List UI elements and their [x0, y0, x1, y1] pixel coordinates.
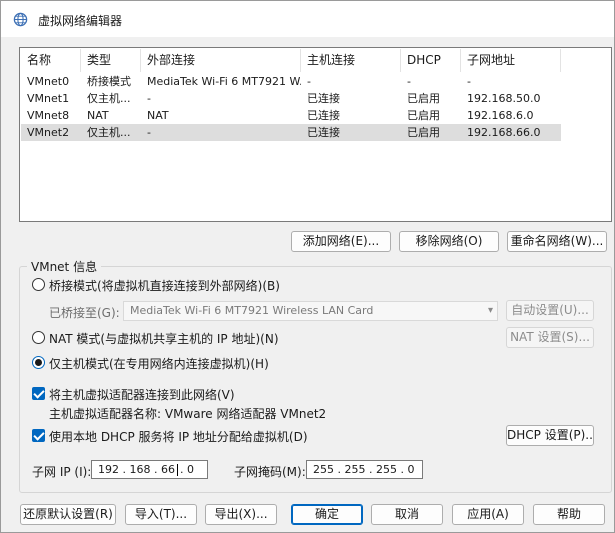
bridged-to-value: MediaTek Wi-Fi 6 MT7921 Wireless LAN Car… — [130, 304, 374, 317]
subnet-ip-label: 子网 IP (I): — [32, 465, 92, 479]
cell-subnet: 192.168.6.0 — [467, 109, 534, 122]
restore-defaults-button[interactable]: 还原默认设置(R) — [20, 504, 116, 525]
auto-settings-button[interactable]: 自动设置(U)... — [506, 300, 594, 321]
cell-host: 已连接 — [307, 126, 340, 139]
subnet-mask-octet-2: 255 — [344, 463, 366, 476]
cell-dhcp: - — [407, 75, 411, 88]
vmnet-info-label: VMnet 信息 — [27, 258, 102, 275]
cell-host: 已连接 — [307, 109, 340, 122]
cell-subnet: 192.168.50.0 — [467, 92, 541, 105]
table-row[interactable]: VMnet8 NAT NAT 已连接 已启用 192.168.6.0 — [21, 107, 561, 124]
apply-button[interactable]: 应用(A) — [452, 504, 524, 525]
subnet-ip-octet-1: 192 — [98, 463, 119, 476]
title-bar: 虚拟网络编辑器 — [1, 1, 614, 37]
help-button[interactable]: 帮助 — [533, 504, 605, 525]
subnet-mask-label: 子网掩码(M): — [234, 465, 306, 479]
chevron-down-icon: ▾ — [487, 305, 493, 316]
nat-settings-button[interactable]: NAT 设置(S)... — [506, 327, 594, 348]
virtual-network-editor-window: 虚拟网络编辑器 名称 类型 外部连接 主机连接 DHCP 子网地址 VMnet0… — [0, 0, 615, 533]
subnet-mask-octet-4: 0 — [407, 463, 415, 476]
cell-external: NAT — [147, 109, 169, 122]
column-header-host[interactable]: 主机连接 — [301, 49, 401, 72]
nat-mode-radio[interactable] — [32, 331, 45, 344]
column-header-dhcp[interactable]: DHCP — [401, 49, 461, 72]
subnet-ip-octet-3: 66 — [161, 463, 175, 476]
connect-adapter-label[interactable]: 将主机虚拟适配器连接到此网络(V) — [49, 386, 235, 403]
import-button[interactable]: 导入(T)... — [125, 504, 197, 525]
list-header: 名称 类型 外部连接 主机连接 DHCP 子网地址 — [21, 49, 581, 72]
subnet-mask-octet-3: 255 — [376, 463, 397, 476]
cell-subnet: 192.168.66.0 — [467, 126, 541, 139]
cell-name: VMnet0 — [27, 75, 70, 88]
subnet-ip-input[interactable]: 192 . 168 . 66. 0 — [91, 460, 208, 479]
cell-type: 仅主机... — [87, 126, 131, 139]
bridged-to-label: 已桥接至(G): — [49, 306, 120, 320]
adapter-name-label: 主机虚拟适配器名称: VMware 网络适配器 VMnet2 — [49, 407, 327, 421]
cell-host: 已连接 — [307, 92, 340, 105]
subnet-mask-octet-1: 255 — [313, 463, 334, 476]
cell-external: - — [147, 126, 151, 139]
text-caret — [177, 464, 178, 476]
cell-type: 仅主机... — [87, 92, 131, 105]
cell-external: - — [147, 92, 151, 105]
cell-dhcp: 已启用 — [407, 92, 440, 105]
bridged-mode-radio[interactable] — [32, 278, 45, 291]
cell-type: NAT — [87, 109, 109, 122]
add-network-button[interactable]: 添加网络(E)... — [291, 231, 391, 252]
cell-name: VMnet1 — [27, 92, 70, 105]
export-button[interactable]: 导出(X)... — [205, 504, 277, 525]
column-header-subnet[interactable]: 子网地址 — [461, 49, 561, 72]
nat-mode-label[interactable]: NAT 模式(与虚拟机共享主机的 IP 地址)(N) — [49, 330, 279, 347]
cell-name: VMnet2 — [27, 126, 70, 139]
cell-external: MediaTek Wi-Fi 6 MT7921 W... — [147, 75, 301, 88]
cell-name: VMnet8 — [27, 109, 70, 122]
cell-dhcp: 已启用 — [407, 109, 440, 122]
table-row[interactable]: VMnet0 桥接模式 MediaTek Wi-Fi 6 MT7921 W...… — [21, 73, 561, 90]
dhcp-settings-button[interactable]: DHCP 设置(P)... — [506, 425, 594, 446]
dhcp-checkbox[interactable] — [32, 429, 45, 442]
cell-subnet: - — [467, 75, 471, 88]
network-globe-icon — [13, 12, 28, 27]
host-only-mode-radio[interactable] — [32, 356, 45, 369]
host-only-mode-label[interactable]: 仅主机模式(在专用网络内连接虚拟机)(H) — [49, 355, 269, 372]
cell-type: 桥接模式 — [87, 75, 131, 88]
cancel-button[interactable]: 取消 — [371, 504, 443, 525]
window-title: 虚拟网络编辑器 — [38, 14, 123, 28]
bridged-to-select[interactable]: MediaTek Wi-Fi 6 MT7921 Wireless LAN Car… — [123, 301, 498, 321]
network-list[interactable]: 名称 类型 外部连接 主机连接 DHCP 子网地址 VMnet0 桥接模式 Me… — [19, 47, 612, 222]
column-header-name[interactable]: 名称 — [21, 49, 81, 72]
remove-network-button[interactable]: 移除网络(O) — [399, 231, 499, 252]
bridged-mode-label[interactable]: 桥接模式(将虚拟机直接连接到外部网络)(B) — [49, 277, 280, 294]
table-row[interactable]: VMnet1 仅主机... - 已连接 已启用 192.168.50.0 — [21, 90, 561, 107]
subnet-mask-input[interactable]: 255 . 255 . 255 . 0 — [306, 460, 423, 479]
ok-button[interactable]: 确定 — [291, 504, 363, 525]
column-header-external[interactable]: 外部连接 — [141, 49, 301, 72]
cell-host: - — [307, 75, 311, 88]
dhcp-label[interactable]: 使用本地 DHCP 服务将 IP 地址分配给虚拟机(D) — [49, 428, 308, 445]
column-header-type[interactable]: 类型 — [81, 49, 141, 72]
subnet-ip-octet-2: 168 — [129, 463, 151, 476]
connect-adapter-checkbox[interactable] — [32, 387, 45, 400]
subnet-ip-octet-4: 0 — [187, 463, 194, 476]
cell-dhcp: 已启用 — [407, 126, 440, 139]
table-row-selected[interactable]: VMnet2 仅主机... - 已连接 已启用 192.168.66.0 — [21, 124, 561, 141]
rename-network-button[interactable]: 重命名网络(W)... — [507, 231, 607, 252]
